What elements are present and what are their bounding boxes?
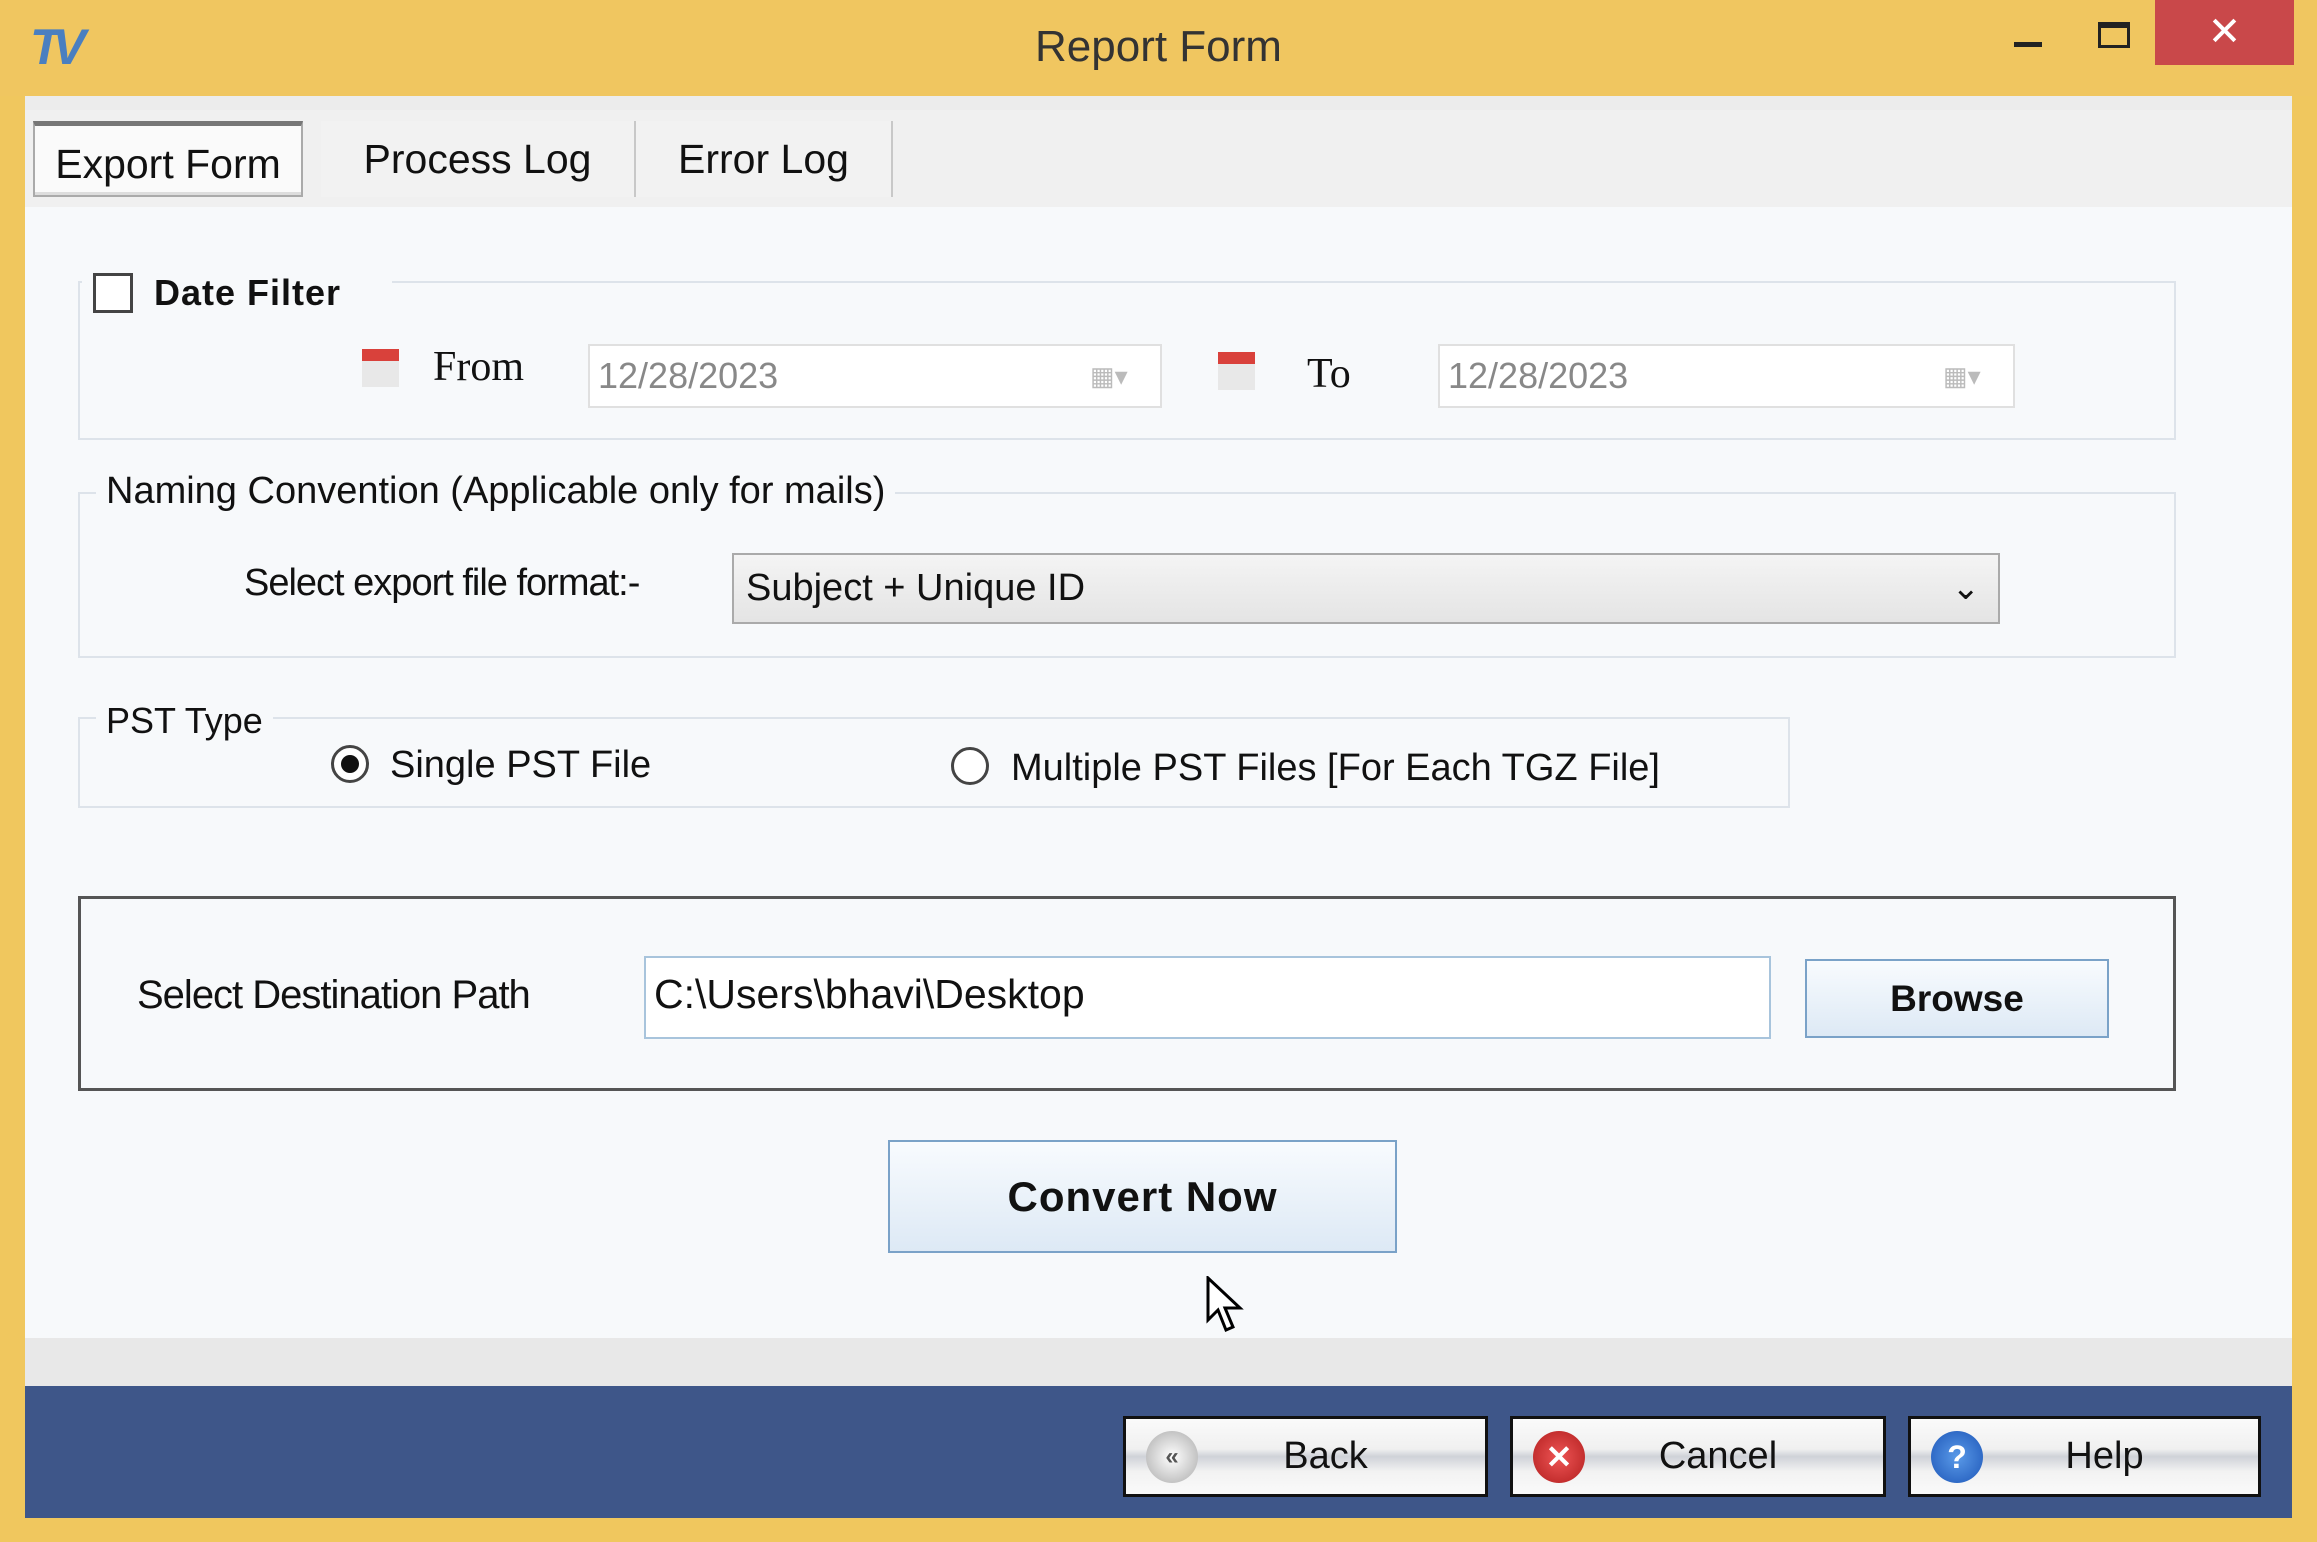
separator-strip <box>25 1338 2292 1386</box>
convert-now-button[interactable]: Convert Now <box>888 1140 1397 1253</box>
maximize-button[interactable] <box>2098 22 2130 48</box>
chevron-down-icon: ⌄ <box>1951 569 1981 607</box>
from-date-value: 12/28/2023 <box>598 355 779 396</box>
export-format-select[interactable]: Subject + Unique ID ⌄ <box>732 553 2000 624</box>
destination-path-input[interactable]: C:\Users\bhavi\Desktop <box>644 956 1771 1039</box>
to-date-value: 12/28/2023 <box>1448 355 1629 396</box>
calendar-icon <box>362 349 399 387</box>
close-button[interactable]: ✕ <box>2155 0 2294 65</box>
calendar-icon <box>1218 352 1255 390</box>
from-label: From <box>433 344 525 390</box>
browse-button[interactable]: Browse <box>1805 959 2109 1038</box>
back-label: Back <box>1283 1435 1368 1477</box>
mouse-cursor-icon <box>1206 1276 1244 1332</box>
cancel-label: Cancel <box>1658 1435 1778 1477</box>
tab-process-log[interactable]: Process Log <box>321 121 636 197</box>
date-filter-checkbox[interactable] <box>93 273 133 313</box>
pst-type-legend: PST Type <box>96 700 273 742</box>
back-button[interactable]: «Back <box>1123 1416 1488 1497</box>
export-format-value: Subject + Unique ID <box>746 567 1086 609</box>
calendar-dropdown-icon[interactable]: ▦▾ <box>1090 358 1148 394</box>
export-format-label: Select export file format:- <box>244 562 640 604</box>
single-pst-radio[interactable] <box>331 745 369 783</box>
to-label: To <box>1307 351 1351 397</box>
window-title: Report Form <box>1035 22 1282 71</box>
cancel-button[interactable]: ✕ Cancel <box>1510 1416 1886 1497</box>
help-button[interactable]: ? Help <box>1908 1416 2261 1497</box>
to-date-picker[interactable]: 12/28/2023 ▦▾ <box>1438 344 2015 408</box>
multiple-pst-radio[interactable] <box>951 747 989 785</box>
from-date-picker[interactable]: 12/28/2023 ▦▾ <box>588 344 1162 408</box>
help-label: Help <box>2065 1435 2144 1477</box>
tab-export-form[interactable]: Export Form <box>33 121 303 197</box>
calendar-dropdown-icon[interactable]: ▦▾ <box>1943 358 2001 394</box>
minimize-button[interactable] <box>2014 42 2042 47</box>
single-pst-label: Single PST File <box>390 744 652 786</box>
multiple-pst-label: Multiple PST Files [For Each TGZ File] <box>1011 747 1660 789</box>
destination-label: Select Destination Path <box>137 973 531 1017</box>
naming-convention-legend: Naming Convention (Applicable only for m… <box>96 470 896 513</box>
tab-error-log[interactable]: Error Log <box>636 121 893 197</box>
date-filter-label: Date Filter <box>154 272 342 313</box>
